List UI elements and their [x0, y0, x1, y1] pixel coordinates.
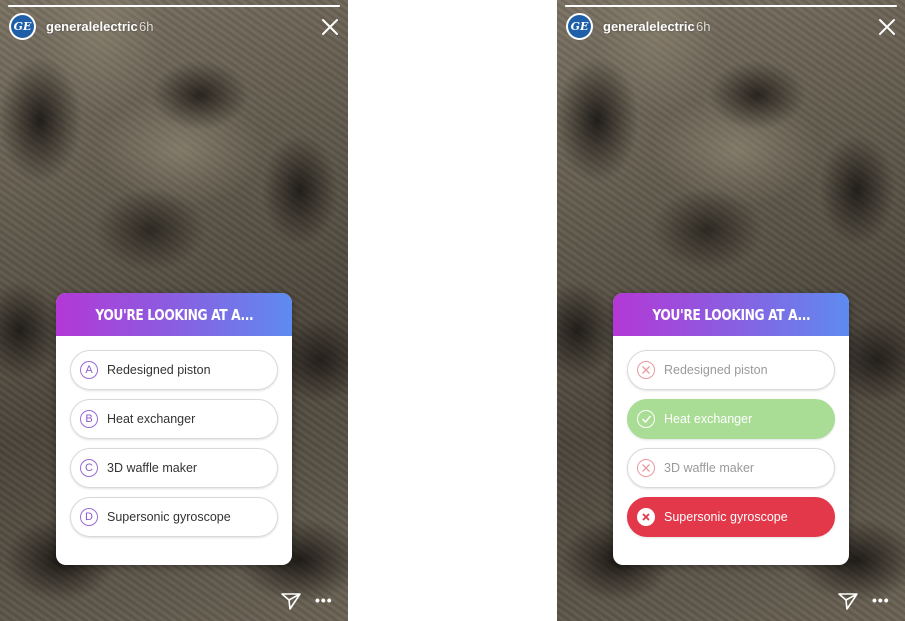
quiz-question: YOU'RE LOOKING AT A... [56, 293, 292, 336]
avatar[interactable]: GE [9, 13, 36, 40]
option-label: Redesigned piston [664, 363, 768, 377]
quiz-option-b[interactable]: B Heat exchanger [70, 399, 278, 439]
quiz-question: YOU'RE LOOKING AT A... [613, 293, 849, 336]
send-icon[interactable] [280, 590, 302, 612]
option-letter-badge: A [80, 361, 98, 379]
x-icon [637, 459, 655, 477]
more-icon[interactable]: ••• [872, 592, 890, 608]
username[interactable]: generalelectric [603, 19, 695, 34]
post-time: 6h [139, 19, 154, 34]
option-label: Heat exchanger [107, 412, 196, 426]
avatar[interactable]: GE [566, 13, 593, 40]
x-icon [637, 508, 655, 526]
send-icon[interactable] [837, 590, 859, 612]
story-unanswered: GE generalelectric 6h YOU'RE LOOKING AT … [0, 0, 348, 621]
checkmark-icon [637, 410, 655, 428]
story-progress-fill [565, 5, 897, 7]
ge-logo: GE [568, 15, 591, 38]
story-answered: GE generalelectric 6h YOU'RE LOOKING AT … [557, 0, 905, 621]
close-icon[interactable] [320, 17, 340, 37]
quiz-options: Redesigned piston Heat exchanger 3D waff… [613, 336, 849, 537]
quiz-result-a: Redesigned piston [627, 350, 835, 390]
quiz-result-d-selected: Supersonic gyroscope [627, 497, 835, 537]
quiz-sticker-results: YOU'RE LOOKING AT A... Redesigned piston… [613, 293, 849, 565]
post-time: 6h [696, 19, 711, 34]
quiz-question-text: YOU'RE LOOKING AT A... [652, 305, 810, 324]
option-letter-badge: B [80, 410, 98, 428]
option-label: 3D waffle maker [107, 461, 198, 475]
quiz-sticker: YOU'RE LOOKING AT A... A Redesigned pist… [56, 293, 292, 565]
option-label: 3D waffle maker [664, 461, 755, 475]
quiz-result-c: 3D waffle maker [627, 448, 835, 488]
username[interactable]: generalelectric [46, 19, 138, 34]
story-progress-bar [565, 5, 897, 7]
option-label: Supersonic gyroscope [107, 510, 231, 524]
option-label: Supersonic gyroscope [664, 510, 788, 524]
more-icon[interactable]: ••• [315, 592, 333, 608]
quiz-option-a[interactable]: A Redesigned piston [70, 350, 278, 390]
quiz-options: A Redesigned piston B Heat exchanger C 3… [56, 336, 292, 537]
option-label: Redesigned piston [107, 363, 211, 377]
quiz-option-d[interactable]: D Supersonic gyroscope [70, 497, 278, 537]
quiz-option-c[interactable]: C 3D waffle maker [70, 448, 278, 488]
quiz-question-text: YOU'RE LOOKING AT A... [95, 305, 253, 324]
story-progress-fill [8, 5, 340, 7]
quiz-result-b-correct: Heat exchanger [627, 399, 835, 439]
close-icon[interactable] [877, 17, 897, 37]
ge-logo: GE [11, 15, 34, 38]
option-letter-badge: D [80, 508, 98, 526]
option-label: Heat exchanger [664, 412, 753, 426]
x-icon [637, 361, 655, 379]
story-progress-bar [8, 5, 340, 7]
option-letter-badge: C [80, 459, 98, 477]
